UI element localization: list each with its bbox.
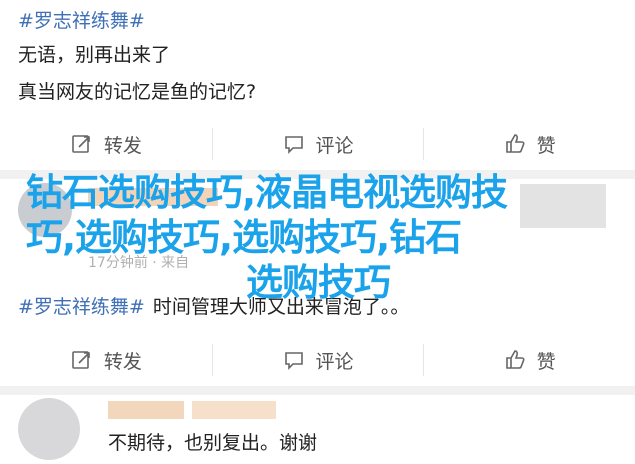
watermark-overlay-text: 钻石选购技巧,液晶电视选购技 巧,选购技巧,选购技巧,钻石 选购技巧 — [26, 170, 610, 305]
username-blurred[interactable] — [108, 401, 184, 419]
repost-button[interactable]: 转发 — [0, 334, 212, 386]
post-action-bar: 转发 评论 赞 — [0, 118, 635, 170]
like-button[interactable]: 赞 — [423, 118, 635, 170]
like-button[interactable]: 赞 — [423, 334, 635, 386]
repost-icon — [72, 135, 90, 153]
avatar[interactable] — [18, 398, 80, 460]
username-blurred — [192, 401, 276, 419]
section-divider — [0, 386, 635, 395]
thumbs-up-icon — [505, 134, 525, 153]
comment-text: 不期待，也别复出。谢谢 — [108, 432, 318, 454]
comment-label: 评论 — [315, 134, 354, 157]
topic-hashtag-link[interactable]: #罗志祥练舞# — [18, 6, 145, 33]
post-text-line-1: 无语，别再出来了 — [18, 44, 171, 66]
overlay-line-1: 钻石选购技巧,液晶电视选购技 — [26, 171, 508, 214]
overlay-line-2: 巧,选购技巧,选购技巧,钻石 — [26, 216, 462, 259]
reply-action-bar: 转发 评论 赞 — [0, 334, 635, 386]
comment-label: 评论 — [315, 350, 354, 373]
post-card: #罗志祥练舞# 无语，别再出来了 真当网友的记忆是鱼的记忆? — [0, 0, 635, 112]
comment-icon — [284, 352, 303, 370]
repost-icon — [72, 351, 90, 369]
like-label: 赞 — [536, 134, 556, 157]
comment-icon — [284, 136, 303, 154]
thumbs-up-icon — [505, 350, 525, 369]
overlay-line-3: 选购技巧 — [246, 261, 391, 304]
repost-label: 转发 — [103, 350, 142, 373]
repost-label: 转发 — [103, 134, 142, 157]
repost-button[interactable]: 转发 — [0, 118, 212, 170]
comment-button[interactable]: 评论 — [211, 118, 424, 170]
post-text-line-2: 真当网友的记忆是鱼的记忆? — [18, 81, 257, 103]
comment-button[interactable]: 评论 — [211, 334, 424, 386]
like-label: 赞 — [536, 350, 556, 373]
